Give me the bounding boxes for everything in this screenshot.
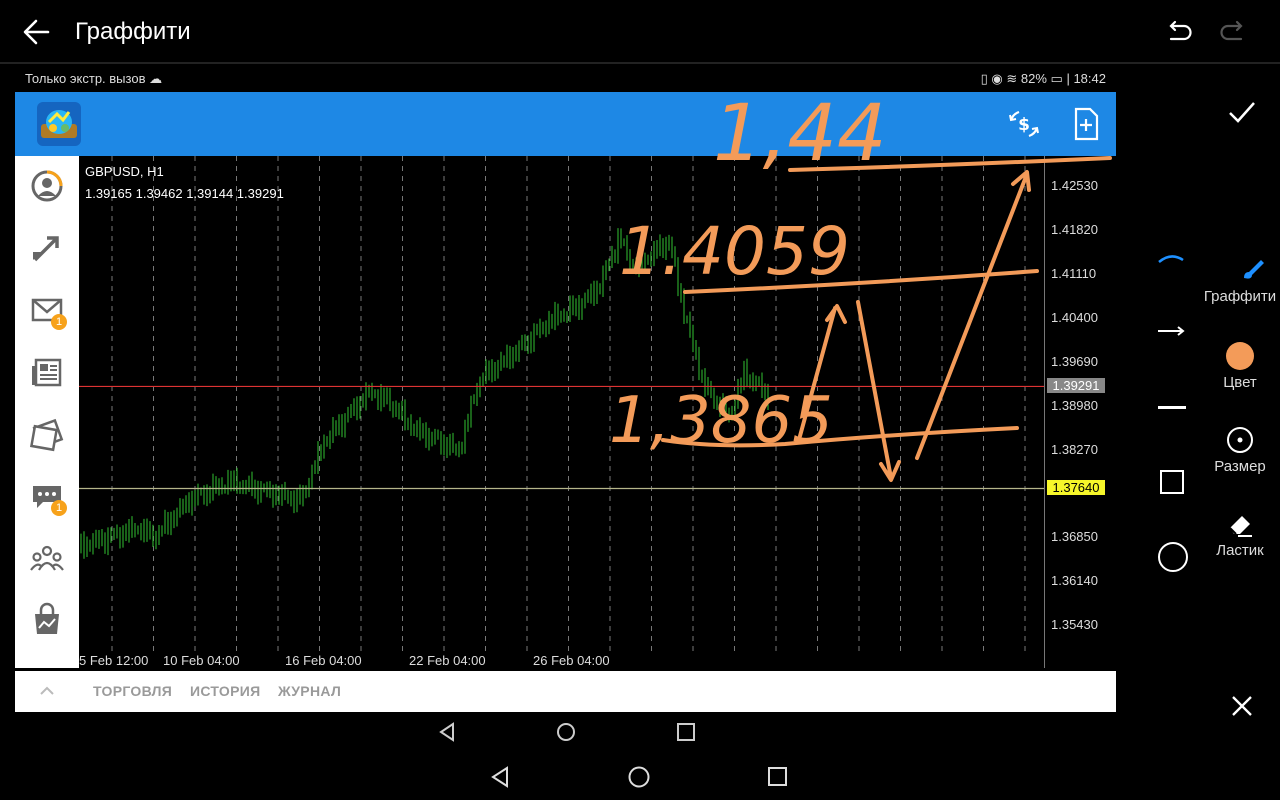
bottom-tab-bar: ТОРГОВЛЯ ИСТОРИЯ ЖУРНАЛ — [15, 671, 1116, 712]
phone-navigation-bar — [436, 720, 706, 744]
device-navigation-bar — [488, 764, 798, 790]
app-header: $ — [15, 92, 1116, 156]
news-icon[interactable] — [29, 354, 65, 390]
status-carrier: Только экстр. вызов ☁ — [25, 71, 163, 86]
market-bag-icon[interactable] — [29, 602, 65, 638]
device-home-icon[interactable] — [626, 764, 652, 790]
editor-title: Граффити — [75, 18, 191, 45]
new-order-icon[interactable] — [1069, 106, 1103, 142]
tab-journal[interactable]: ЖУРНАЛ — [278, 683, 341, 699]
time-tick: 22 Feb 04:00 — [409, 653, 486, 668]
calendar-icon[interactable] — [29, 416, 65, 452]
status-right: ▯ ◉ ≋ 82% ▭ | 18:42 — [980, 71, 1106, 86]
app-sidebar: 1 1 — [15, 156, 80, 668]
pen-stroke-icon[interactable] — [1156, 250, 1186, 270]
price-tick: 1.38270 — [1051, 441, 1098, 457]
drawing-tool-panel: Граффити Цвет Размер Ластик — [1130, 66, 1280, 726]
current-price-tag: 1.39291 — [1047, 378, 1105, 394]
mail-icon[interactable]: 1 — [29, 292, 67, 330]
circle-icon[interactable] — [1158, 542, 1188, 572]
tab-history[interactable]: ИСТОРИЯ — [190, 683, 260, 699]
checkmark-icon[interactable] — [1226, 96, 1258, 128]
mail-badge: 1 — [51, 314, 67, 330]
battery-icon: ▭ — [1050, 71, 1063, 86]
tool-graffiti-label[interactable]: Граффити — [1190, 288, 1280, 305]
straight-line-icon[interactable] — [1158, 406, 1186, 409]
price-tick: 1.42530 — [1051, 178, 1098, 194]
community-icon[interactable] — [29, 540, 65, 576]
trade-arrows-icon[interactable] — [29, 230, 65, 266]
chart-canvas[interactable] — [79, 156, 1044, 651]
nav-back-icon[interactable] — [436, 720, 458, 744]
quotes-icon[interactable] — [29, 168, 65, 204]
tool-eraser-label[interactable]: Ластик — [1190, 542, 1280, 559]
tab-trade[interactable]: ТОРГОВЛЯ — [93, 683, 172, 699]
level-price-tag: 1.37640 — [1047, 480, 1105, 496]
price-axis: 1.42530 1.41820 1.41110 1.40400 1.39690 1.389… — [1044, 156, 1116, 668]
time-tick: 26 Feb 04:00 — [533, 653, 610, 668]
price-tick: 1.39690 — [1051, 353, 1098, 369]
price-tick: 1.40400 — [1051, 309, 1098, 325]
chat-badge: 1 — [51, 500, 67, 516]
chat-icon[interactable]: 1 — [29, 478, 67, 516]
brush-icon[interactable] — [1240, 256, 1266, 282]
price-tick: 1.38980 — [1051, 397, 1098, 413]
size-icon[interactable] — [1226, 426, 1254, 454]
time-tick: 5 Feb 12:00 — [79, 653, 149, 668]
time-tick: 16 Feb 04:00 — [285, 653, 362, 668]
nav-recents-icon[interactable] — [674, 720, 698, 744]
screenshot-canvas[interactable]: Только экстр. вызов ☁ ▯ ◉ ≋ 82% ▭ | 18:4… — [15, 66, 1116, 712]
price-tick: 1.36850 — [1051, 529, 1098, 545]
clock: 18:42 — [1073, 71, 1106, 86]
close-icon[interactable] — [1228, 692, 1256, 720]
color-swatch[interactable] — [1226, 342, 1254, 370]
tool-color-label[interactable]: Цвет — [1190, 374, 1280, 391]
price-tick: 1.41820 — [1051, 222, 1098, 238]
chart-symbol: GBPUSD, H1 — [85, 164, 164, 179]
battery-level: 82% — [1020, 71, 1047, 86]
svg-text:$: $ — [1018, 115, 1030, 135]
time-axis: 5 Feb 12:00 10 Feb 04:00 16 Feb 04:00 22 Fe… — [79, 651, 1044, 671]
price-tick: 1.35430 — [1051, 617, 1098, 633]
nav-home-icon[interactable] — [554, 720, 578, 744]
back-arrow-icon[interactable] — [18, 14, 58, 50]
chart-ohlc: 1.39165 1.39462 1.39144 1.39291 — [85, 186, 284, 201]
currency-exchange-icon[interactable]: $ — [1007, 108, 1041, 140]
eraser-icon[interactable] — [1226, 510, 1254, 538]
tool-size-label[interactable]: Размер — [1190, 458, 1280, 475]
device-recents-icon[interactable] — [766, 764, 790, 790]
editor-top-bar: Граффити — [0, 0, 1280, 64]
metatrader-logo — [37, 102, 81, 146]
undo-icon[interactable] — [1162, 16, 1196, 50]
phone-status-bar: Только экстр. вызов ☁ ▯ ◉ ≋ 82% ▭ | 18:4… — [15, 66, 1116, 92]
price-tick: 1.41110 — [1051, 266, 1097, 282]
arrow-line-icon[interactable] — [1156, 324, 1186, 338]
price-tick: 1.36140 — [1051, 573, 1098, 589]
time-tick: 10 Feb 04:00 — [163, 653, 240, 668]
redo-icon[interactable] — [1216, 16, 1250, 50]
rectangle-icon[interactable] — [1160, 470, 1184, 494]
device-back-icon[interactable] — [488, 764, 512, 790]
status-icons: ▯ ◉ ≋ — [980, 71, 1021, 86]
expand-chevron-icon[interactable] — [37, 681, 57, 701]
price-chart[interactable]: GBPUSD, H1 1.39165 1.39462 1.39144 1.392… — [79, 156, 1044, 668]
